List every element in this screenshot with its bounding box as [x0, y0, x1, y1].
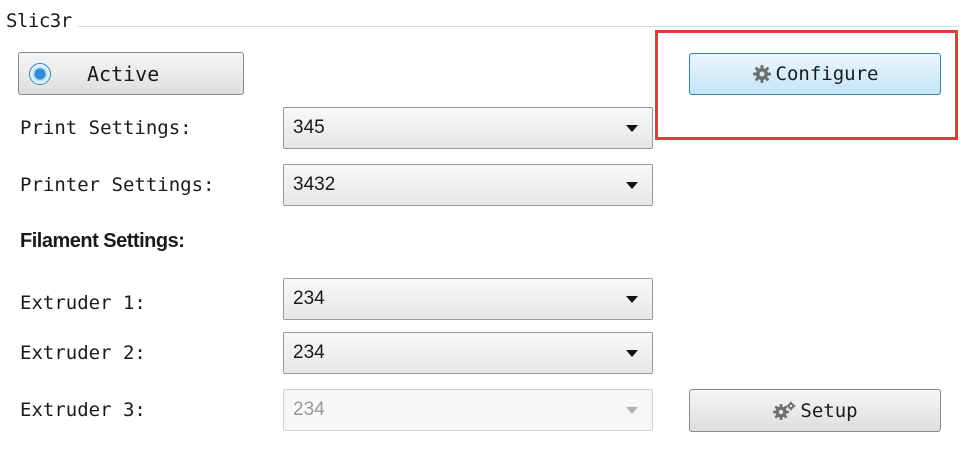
chevron-down-icon	[626, 181, 638, 189]
extruder-2-label: Extruder 2:	[20, 342, 146, 364]
active-button-label: Active	[87, 61, 160, 86]
setup-button[interactable]: Setup	[689, 389, 941, 432]
extruder-1-value: 234	[293, 288, 325, 309]
radio-icon	[29, 62, 51, 85]
extruder-3-select: 234	[283, 389, 653, 431]
print-settings-value: 345	[293, 117, 325, 138]
active-button[interactable]: Active	[18, 52, 244, 95]
print-settings-label: Print Settings:	[20, 117, 192, 139]
setup-button-label: Setup	[800, 399, 858, 422]
extruder-3-value: 234	[293, 399, 325, 420]
printer-settings-value: 3432	[293, 174, 336, 195]
chevron-down-icon	[626, 124, 638, 132]
print-settings-select[interactable]: 345	[283, 107, 653, 149]
printer-settings-select[interactable]: 3432	[283, 164, 653, 206]
gear-icon	[752, 65, 771, 83]
chevron-down-icon	[626, 295, 638, 303]
chevron-down-icon	[626, 349, 638, 357]
printer-settings-label: Printer Settings:	[20, 174, 215, 196]
extruder-2-value: 234	[293, 342, 325, 363]
chevron-down-icon	[626, 406, 638, 414]
group-title: Slic3r	[4, 10, 78, 32]
filament-settings-heading: Filament Settings:	[20, 230, 185, 252]
configure-button-label: Configure	[775, 63, 879, 85]
extruder-1-select[interactable]: 234	[283, 278, 653, 320]
gears-icon	[773, 401, 796, 420]
configure-button[interactable]: Configure	[689, 53, 941, 95]
extruder-3-label: Extruder 3:	[20, 399, 146, 421]
extruder-1-label: Extruder 1:	[20, 292, 146, 314]
extruder-2-select[interactable]: 234	[283, 332, 653, 374]
